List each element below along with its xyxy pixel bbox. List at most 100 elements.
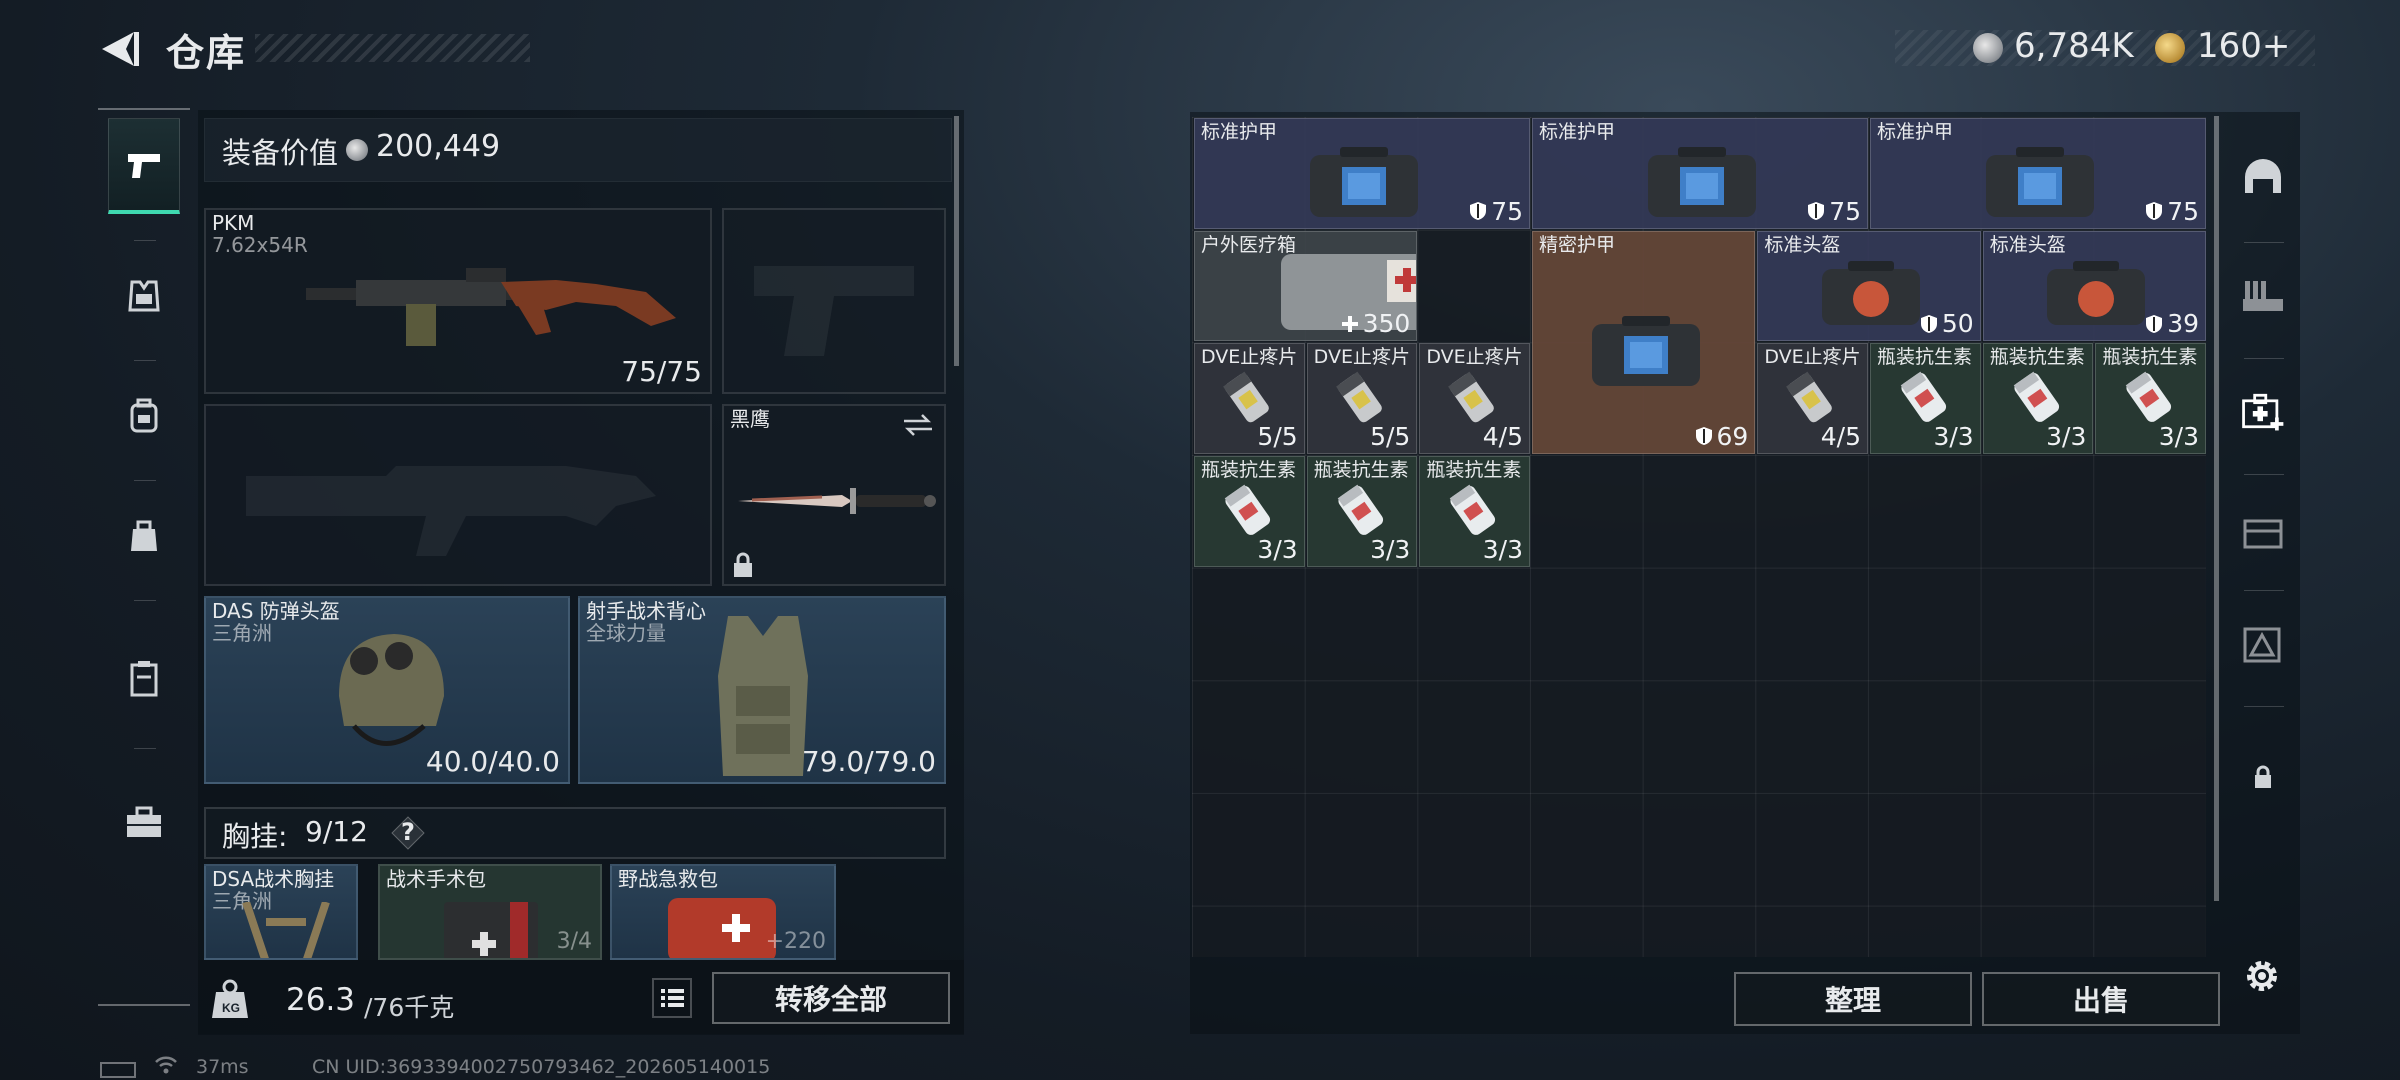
- category-toolbox[interactable]: [108, 774, 180, 870]
- shield-icon: [1808, 202, 1825, 221]
- stash-item-name: DVE止疼片: [1764, 346, 1861, 369]
- stash-category-keys[interactable]: [2238, 618, 2288, 668]
- gold-currency-value[interactable]: 160+: [2197, 26, 2290, 66]
- category-containers[interactable]: [108, 630, 180, 726]
- stash-item-name: DVE止疼片: [1426, 346, 1523, 369]
- case-icon: [130, 661, 158, 697]
- swap-icon[interactable]: [902, 412, 934, 438]
- stash-item-stat: 3/3: [1257, 534, 1298, 564]
- knife-icon: [738, 488, 936, 514]
- stash-item[interactable]: 精密护甲 69: [1532, 230, 1756, 454]
- category-vests[interactable]: [108, 248, 180, 344]
- stash-item-name: 瓶装抗生素: [1201, 459, 1297, 481]
- stash-item[interactable]: DVE止疼片 5/5: [1194, 343, 1305, 454]
- machine-gun-icon: [306, 268, 676, 346]
- rig-slot-first-aid[interactable]: 野战急救包 +220: [610, 864, 836, 960]
- harness-icon: [242, 902, 330, 958]
- back-arrow-icon[interactable]: [96, 26, 142, 72]
- stash-item[interactable]: DVE止疼片 5/5: [1306, 343, 1418, 454]
- transfer-all-button[interactable]: 转移全部: [712, 972, 950, 1024]
- stash-item[interactable]: 标准头盔 39: [1982, 230, 2207, 342]
- wifi-icon: [155, 1056, 177, 1074]
- silver-currency-value[interactable]: 6,784K: [2014, 26, 2134, 66]
- gear-icon[interactable]: [2240, 954, 2284, 998]
- category-backpacks[interactable]: [108, 368, 180, 464]
- stash-item-stat: 3/3: [2046, 421, 2087, 451]
- melee-slot[interactable]: 黑鹰: [722, 404, 946, 586]
- stash-item[interactable]: 户外医疗箱 350: [1194, 230, 1418, 342]
- shield-icon: [1920, 314, 1937, 333]
- stash-item[interactable]: 标准护甲 75: [1194, 118, 1530, 229]
- stash-item[interactable]: 瓶装抗生素 3/3: [1306, 456, 1418, 567]
- loadout-scrollbar[interactable]: [954, 116, 959, 366]
- stash-item[interactable]: DVE止疼片 4/5: [1419, 343, 1530, 454]
- rig-item-count: +220: [765, 929, 826, 954]
- antibiotic-icon: [2126, 371, 2172, 423]
- stash-category-helmets[interactable]: [2238, 152, 2288, 202]
- armor-slot[interactable]: 射手战术背心 全球力量 79.0/79.0: [578, 596, 946, 784]
- stash-category-ammo[interactable]: [2238, 270, 2288, 320]
- category-weapons[interactable]: [108, 118, 180, 214]
- rig-item-count: 3/4: [556, 929, 592, 954]
- pistol-icon: [128, 153, 160, 178]
- helmet-bag-icon: [2047, 260, 2146, 325]
- weight-value: 26.3: [286, 982, 356, 1018]
- armor-bag-icon: [1310, 147, 1418, 218]
- antibiotic-icon: [1337, 484, 1383, 535]
- rig-item-name: 战术手术包: [386, 867, 486, 891]
- help-glyph: ?: [401, 818, 415, 846]
- stash-item[interactable]: DVE止疼片 4/5: [1757, 343, 1868, 454]
- surgery-kit-icon: [444, 902, 538, 958]
- crate-icon: [2243, 519, 2283, 549]
- rig-slot-surgery-kit[interactable]: 战术手术包 3/4: [378, 864, 602, 960]
- battery-icon: [100, 1062, 136, 1078]
- sell-button[interactable]: 出售: [1982, 972, 2220, 1026]
- title-decoration: [255, 34, 530, 62]
- sidearm-slot[interactable]: [722, 208, 946, 394]
- helmet-outline-icon: [2245, 159, 2281, 193]
- stash-item[interactable]: 标准护甲 75: [1532, 118, 1868, 229]
- helmet-durability: 40.0/40.0: [425, 745, 560, 778]
- stash-item-stat: 350: [1362, 309, 1411, 339]
- category-bags[interactable]: [108, 488, 180, 584]
- stash-item-name: 标准护甲: [1201, 121, 1278, 143]
- shield-icon: [1470, 202, 1487, 221]
- list-view-icon[interactable]: [652, 978, 692, 1018]
- stash-item-name: 户外医疗箱: [1201, 233, 1297, 256]
- stash-item[interactable]: 标准头盔 50: [1757, 230, 1981, 342]
- rail-divider: [2244, 590, 2284, 591]
- stash-item[interactable]: 瓶装抗生素 3/3: [2095, 343, 2207, 454]
- stash-category-materials[interactable]: [2238, 504, 2288, 554]
- stash-item[interactable]: 瓶装抗生素 3/3: [1194, 456, 1305, 567]
- stash-item-stat: 5/5: [1370, 421, 1411, 451]
- stash-item[interactable]: 标准护甲 75: [1870, 118, 2207, 229]
- help-icon[interactable]: ?: [390, 815, 426, 851]
- rail-divider: [134, 480, 156, 481]
- stash-item-name: DVE止疼片: [1313, 346, 1410, 369]
- stash-scrollbar[interactable]: [2214, 116, 2219, 901]
- stash-item[interactable]: 瓶装抗生素 3/3: [1870, 343, 1981, 454]
- stash-item-stat: 39: [2167, 309, 2200, 339]
- rig-slot-dsa[interactable]: DSA战术胸挂 三角洲: [204, 864, 358, 960]
- rail-divider: [134, 600, 156, 601]
- secondary-weapon-slot[interactable]: [204, 404, 712, 586]
- weight-icon: KG: [212, 979, 248, 1018]
- stash-item[interactable]: 瓶装抗生素 3/3: [1982, 343, 2094, 454]
- helmet-slot[interactable]: DAS 防弹头盔 三角洲 40.0/40.0: [204, 596, 570, 784]
- stash-item-stat: 3/3: [1482, 534, 1523, 564]
- rail-top-line: [98, 108, 190, 110]
- stash-category-medical[interactable]: [2238, 386, 2288, 436]
- stash-item[interactable]: 瓶装抗生素 3/3: [1419, 456, 1530, 567]
- painkiller-icon: [1786, 371, 1833, 423]
- sort-button[interactable]: 整理: [1734, 972, 1972, 1026]
- stash-item-stat: 69: [1716, 421, 1749, 451]
- rail-divider: [134, 240, 156, 241]
- shield-icon: [2146, 314, 2163, 333]
- antibiotic-icon: [2013, 371, 2059, 423]
- antibiotic-icon: [1450, 484, 1496, 535]
- painkiller-icon: [1448, 371, 1495, 423]
- primary-weapon-slot[interactable]: PKM 7.62x54R 75/75: [204, 208, 712, 394]
- lock-icon: [734, 552, 752, 577]
- stash-category-locked[interactable]: [2238, 752, 2288, 802]
- stash-item-stat: 75: [1491, 196, 1523, 226]
